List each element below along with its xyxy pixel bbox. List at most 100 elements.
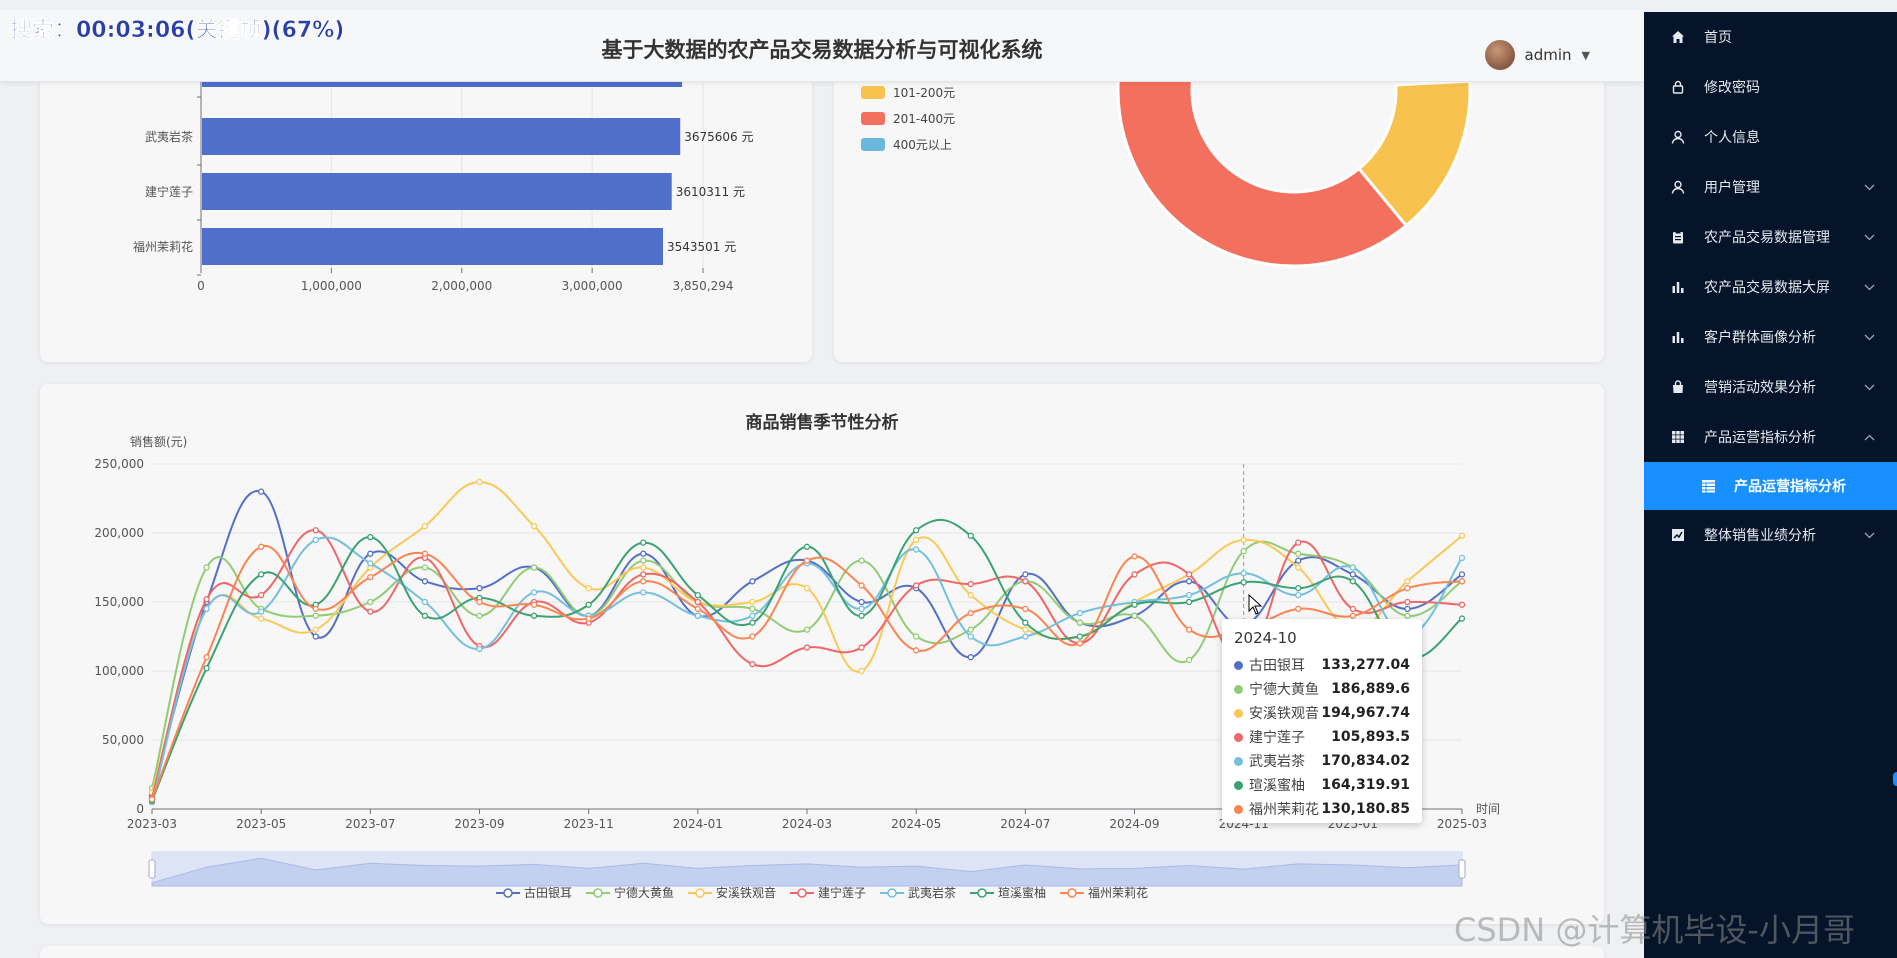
bar-category-label: 福州茉莉花 <box>133 239 193 254</box>
line-legend-item[interactable]: 武夷岩茶 <box>880 884 956 901</box>
series-point <box>1295 564 1302 571</box>
series-point <box>1022 605 1029 613</box>
pie-legend-item[interactable]: 400元以上 <box>861 136 952 153</box>
legend-label: 201-400元 <box>893 112 956 126</box>
series-point <box>640 571 647 578</box>
legend-label: 400元以上 <box>893 138 952 152</box>
series-point <box>1295 550 1302 557</box>
pie-legend-item[interactable]: 201-400元 <box>861 110 955 127</box>
sidebar-item-11[interactable]: 整体销售业绩分析 <box>1644 510 1897 560</box>
sidebar-item-10[interactable]: 产品运营指标分析 <box>1644 462 1897 510</box>
chevron-down-icon <box>1864 280 1875 294</box>
series-point <box>1185 591 1193 599</box>
line-legend-item[interactable]: 安溪铁观音 <box>687 884 776 901</box>
user-menu[interactable]: admin ▼ <box>1484 40 1590 70</box>
series-point <box>530 564 538 571</box>
series-point <box>1240 536 1247 544</box>
tooltip-row: 武夷岩茶 170,834.02 <box>1234 749 1410 773</box>
series-point <box>803 644 811 651</box>
series-point <box>967 580 974 588</box>
series-point <box>640 550 647 557</box>
series-point <box>803 585 811 592</box>
legend-label: 武夷岩茶 <box>908 886 957 900</box>
bar <box>202 173 672 210</box>
legend-line-icon <box>789 887 814 898</box>
legend-swatch <box>861 112 885 125</box>
x-tick-label: 2023-07 <box>345 817 395 831</box>
sidebar-item-label: 客户群体画像分析 <box>1704 330 1816 346</box>
series-point <box>1349 578 1356 585</box>
series-point <box>1185 578 1193 585</box>
bar-x-tick-label: 2,000,000 <box>431 279 492 293</box>
pie-legend-item[interactable]: 101-200元 <box>861 84 955 101</box>
line-legend-item[interactable]: 福州茉莉花 <box>1060 884 1148 901</box>
username[interactable]: admin <box>1525 46 1572 64</box>
trend-icon <box>1670 527 1686 543</box>
series-point <box>913 582 920 589</box>
line-legend-item[interactable]: 宁德大黄鱼 <box>585 884 674 901</box>
tooltip-series-name: 宁德大黄鱼 <box>1249 682 1319 698</box>
tooltip-value: 105,893.5 <box>1331 729 1410 745</box>
tooltip-series-name: 瑄溪蜜柚 <box>1249 778 1305 794</box>
y-tick-label: 250,000 <box>94 457 144 471</box>
line-legend-item[interactable]: 瑄溪蜜柚 <box>970 884 1046 901</box>
sidebar-item-4[interactable]: 用户管理 <box>1644 162 1897 212</box>
x-axis-label: 时间 <box>1476 802 1500 816</box>
series-point <box>203 665 210 672</box>
series-point <box>1022 619 1029 626</box>
series-point <box>203 605 210 613</box>
series-point <box>585 601 592 608</box>
sidebar-item-label: 用户管理 <box>1704 180 1760 196</box>
legend-label: 福州茉莉花 <box>1088 886 1149 900</box>
sidebar-item-9[interactable]: 产品运营指标分析 <box>1644 412 1897 462</box>
series-point <box>858 612 865 619</box>
series-point <box>1022 571 1029 578</box>
tooltip-value: 186,889.6 <box>1331 681 1410 697</box>
series-point <box>1404 585 1411 592</box>
sidebar-item-8[interactable]: 营销活动效果分析 <box>1644 362 1897 412</box>
legend-line-icon <box>880 887 904 898</box>
series-point <box>530 601 538 608</box>
series-point <box>913 546 920 553</box>
series-point <box>694 598 701 606</box>
chart-tooltip: 2024-10 古田银耳 133,277.04 宁德大黄鱼 186,889.6 安溪铁观… <box>1222 619 1422 823</box>
series-point <box>258 615 265 622</box>
sidebar-item-5[interactable]: 农产品交易数据管理 <box>1644 212 1897 262</box>
series-point <box>749 578 756 585</box>
legend-line-icon <box>687 887 712 898</box>
x-tick-label: 2024-01 <box>673 817 723 831</box>
sidebar-item-6[interactable]: 农产品交易数据大屏 <box>1644 262 1897 312</box>
user-icon <box>1670 129 1686 145</box>
sidebar-item-1[interactable]: 首页 <box>1644 12 1897 62</box>
line-legend-item[interactable]: 古田银耳 <box>495 884 572 901</box>
series-point <box>421 598 429 606</box>
series-point <box>1240 547 1247 555</box>
series-point <box>1295 539 1302 546</box>
scroll-indicator[interactable] <box>1893 772 1897 786</box>
sidebar-item-7[interactable]: 客户群体画像分析 <box>1644 312 1897 362</box>
tooltip-dot <box>1234 660 1243 670</box>
donut-chart <box>1116 60 1472 268</box>
series-point <box>530 522 538 530</box>
tooltip-dot <box>1234 756 1243 766</box>
series-point <box>1076 619 1084 626</box>
sidebar-item-3[interactable]: 个人信息 <box>1644 112 1897 162</box>
legend-line-icon <box>585 887 610 898</box>
caret-down-icon[interactable]: ▼ <box>1582 49 1590 62</box>
series-point <box>476 612 483 619</box>
series-point <box>749 612 756 619</box>
bar <box>202 228 664 265</box>
avatar[interactable] <box>1484 40 1515 70</box>
sidebar-item-label: 首页 <box>1704 30 1732 46</box>
tooltip-value: 130,180.85 <box>1321 801 1410 817</box>
legend-label: 101-200元 <box>893 86 956 100</box>
legend-label: 建宁莲子 <box>817 886 866 900</box>
series-point <box>258 543 265 550</box>
sidebar-item-label: 产品运营指标分析 <box>1704 430 1816 446</box>
series-point <box>913 633 920 640</box>
sidebar-item-2[interactable]: 修改密码 <box>1644 62 1897 112</box>
tooltip-value: 170,834.02 <box>1321 753 1410 769</box>
series-point <box>421 522 429 530</box>
tooltip-dot <box>1234 804 1243 814</box>
line-legend-item[interactable]: 建宁莲子 <box>789 884 866 901</box>
